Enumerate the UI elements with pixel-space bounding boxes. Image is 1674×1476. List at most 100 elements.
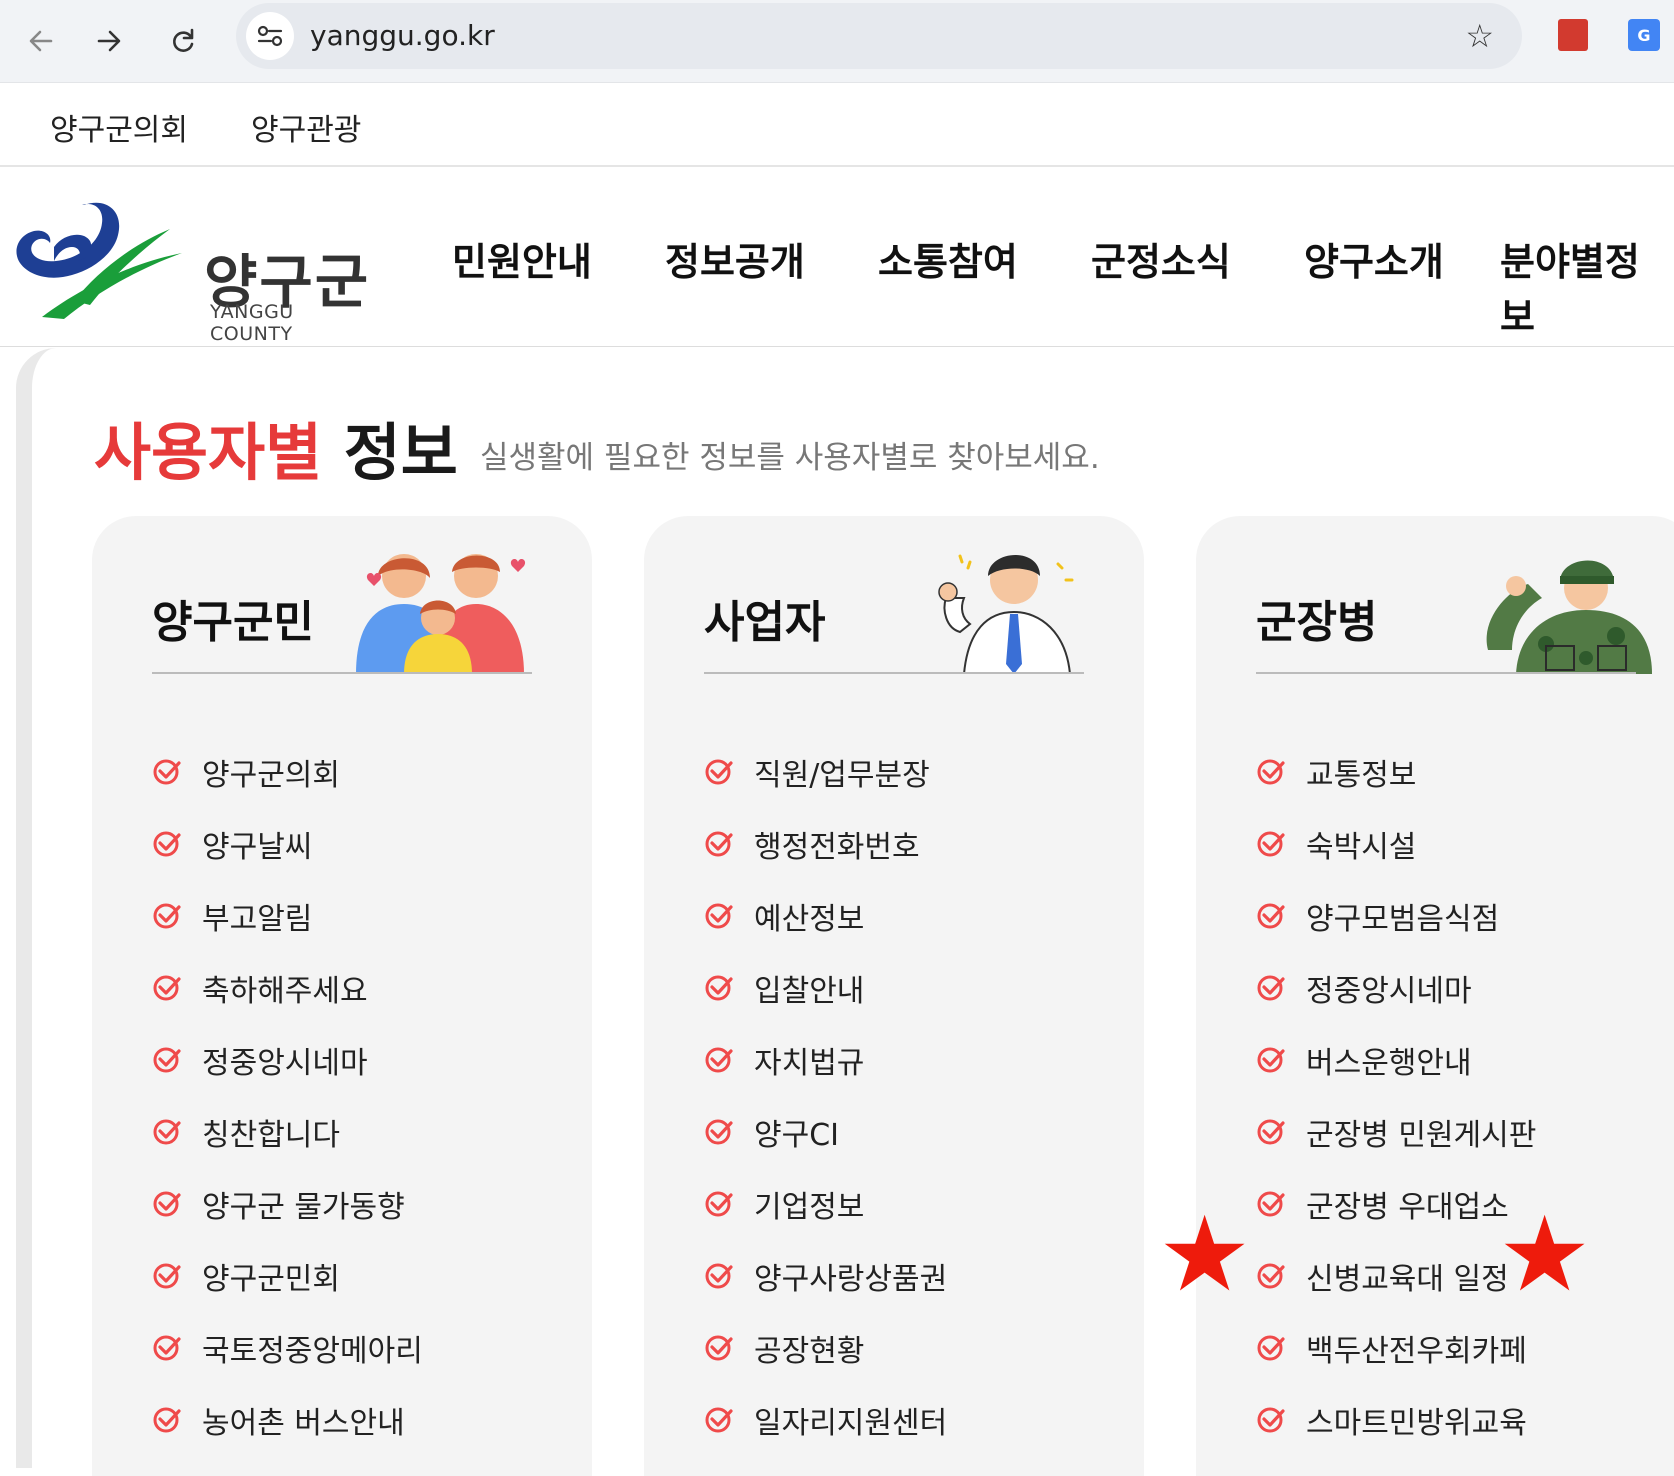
reload-icon[interactable] bbox=[160, 18, 206, 64]
list-item-label: 군장병 민원게시판 bbox=[1306, 1118, 1537, 1153]
check-circle-icon bbox=[1257, 831, 1285, 857]
check-circle-icon bbox=[1257, 1335, 1285, 1361]
nav-field-information[interactable]: 분야별정보 bbox=[1500, 231, 1674, 341]
check-circle-icon bbox=[705, 975, 733, 1001]
nav-county-news[interactable]: 군정소식 bbox=[1091, 231, 1231, 286]
list-item[interactable]: 양구날씨 bbox=[152, 808, 423, 880]
check-circle-icon bbox=[153, 831, 181, 857]
list-item[interactable]: 자치법규 bbox=[704, 1024, 947, 1096]
utility-link-council[interactable]: 양구군의회 bbox=[50, 105, 188, 149]
list-item-label: 농어촌 버스안내 bbox=[202, 1406, 405, 1441]
back-arrow-icon[interactable] bbox=[18, 18, 64, 64]
nav-about-yanggu[interactable]: 양구소개 bbox=[1304, 231, 1444, 286]
list-item-label: 축하해주세요 bbox=[202, 974, 368, 1009]
card-link-list: 직원/업무분장 행정전화번호 예산정보 입찰안내 자치법규 양구CI 기업정보 … bbox=[704, 736, 947, 1456]
utility-link-tourism[interactable]: 양구관광 bbox=[251, 105, 361, 149]
list-item-label: 버스운행안내 bbox=[1306, 1046, 1472, 1081]
list-item[interactable]: 일자리지원센터 bbox=[704, 1384, 947, 1456]
list-item[interactable]: 양구군민회 bbox=[152, 1240, 423, 1312]
site-header: 양구군 YANGGU COUNTY 민원안내 정보공개 소통참여 군정소식 양구… bbox=[0, 167, 1674, 347]
check-circle-icon bbox=[1257, 1263, 1285, 1289]
list-item-label: 스마트민방위교육 bbox=[1306, 1406, 1527, 1441]
list-item[interactable]: 양구CI bbox=[704, 1096, 947, 1168]
section-title-rest: 정보 bbox=[343, 416, 458, 489]
list-item-label: 신병교육대 일정 bbox=[1306, 1262, 1509, 1297]
list-item[interactable]: 신병교육대 일정 bbox=[1256, 1240, 1536, 1312]
list-item-label: 양구사랑상품권 bbox=[754, 1262, 948, 1297]
check-circle-icon bbox=[153, 1407, 181, 1433]
list-item[interactable]: 교통정보 bbox=[1256, 736, 1536, 808]
list-item[interactable]: 칭찬합니다 bbox=[152, 1096, 423, 1168]
card-divider bbox=[1256, 672, 1636, 674]
browser-toolbar: yanggu.go.kr ☆ G bbox=[0, 0, 1674, 83]
list-item-label: 일자리지원센터 bbox=[754, 1406, 948, 1441]
list-item-label: 직원/업무분장 bbox=[754, 758, 930, 793]
card-title: 양구군민 bbox=[152, 597, 314, 648]
list-item-label: 군장병 우대업소 bbox=[1306, 1190, 1509, 1225]
list-item[interactable]: 입찰안내 bbox=[704, 952, 947, 1024]
check-circle-icon bbox=[705, 1335, 733, 1361]
list-item[interactable]: 스마트민방위교육 bbox=[1256, 1384, 1536, 1456]
site-settings-icon[interactable] bbox=[246, 12, 294, 60]
list-item-label: 행정전화번호 bbox=[754, 830, 920, 865]
list-item[interactable]: 군장병 민원게시판 bbox=[1256, 1096, 1536, 1168]
list-item[interactable]: 예산정보 bbox=[704, 880, 947, 952]
check-circle-icon bbox=[705, 903, 733, 929]
nav-information-disclosure[interactable]: 정보공개 bbox=[665, 231, 805, 286]
card-link-list: 교통정보 숙박시설 양구모범음식점 정중앙시네마 버스운행안내 군장병 민원게시… bbox=[1256, 736, 1536, 1456]
list-item-label: 양구군의회 bbox=[202, 758, 340, 793]
list-item-label: 양구날씨 bbox=[202, 830, 313, 865]
card-title: 사업자 bbox=[704, 597, 826, 648]
list-item[interactable]: 행정전화번호 bbox=[704, 808, 947, 880]
check-circle-icon bbox=[153, 759, 181, 785]
list-item[interactable]: 양구군의회 bbox=[152, 736, 423, 808]
list-item[interactable]: 축하해주세요 bbox=[152, 952, 423, 1024]
list-item[interactable]: 정중앙시네마 bbox=[1256, 952, 1536, 1024]
translate-extension-icon[interactable]: G bbox=[1628, 19, 1660, 51]
check-circle-icon bbox=[705, 1407, 733, 1433]
check-circle-icon bbox=[153, 975, 181, 1001]
check-circle-icon bbox=[1257, 1047, 1285, 1073]
bookmark-star-icon[interactable]: ☆ bbox=[1465, 17, 1494, 55]
family-illustration-icon bbox=[356, 554, 526, 674]
site-logo[interactable]: 양구군 YANGGU COUNTY bbox=[14, 191, 374, 345]
url-text[interactable]: yanggu.go.kr bbox=[310, 19, 495, 52]
nav-civil-affairs[interactable]: 민원안내 bbox=[452, 231, 592, 286]
forward-arrow-icon[interactable] bbox=[86, 18, 132, 64]
list-item[interactable]: 백두산전우회카페 bbox=[1256, 1312, 1536, 1384]
red-star-annotation-icon: ★ bbox=[1498, 1193, 1592, 1315]
check-circle-icon bbox=[705, 1119, 733, 1145]
list-item-label: 양구모범음식점 bbox=[1306, 902, 1500, 937]
yanggu-emblem-icon bbox=[16, 202, 182, 319]
card-business: 사업자 직원/업무분장 행정전화번호 예산정보 입찰안내 자치법규 양구CI 기… bbox=[644, 516, 1144, 1476]
list-item-label: 자치법규 bbox=[754, 1046, 865, 1081]
card-title: 군장병 bbox=[1256, 597, 1378, 648]
list-item[interactable]: 양구모범음식점 bbox=[1256, 880, 1536, 952]
check-circle-icon bbox=[705, 1263, 733, 1289]
list-item[interactable]: 버스운행안내 bbox=[1256, 1024, 1536, 1096]
logo-name-english: YANGGU COUNTY bbox=[210, 301, 294, 345]
list-item[interactable]: 직원/업무분장 bbox=[704, 736, 947, 808]
list-item[interactable]: 군장병 우대업소 bbox=[1256, 1168, 1536, 1240]
list-item[interactable]: 양구사랑상품권 bbox=[704, 1240, 947, 1312]
list-item[interactable]: 공장현황 bbox=[704, 1312, 947, 1384]
list-item[interactable]: 양구군 물가동향 bbox=[152, 1168, 423, 1240]
check-circle-icon bbox=[153, 1335, 181, 1361]
list-item[interactable]: 정중앙시네마 bbox=[152, 1024, 423, 1096]
utility-bar: 양구군의회 양구관광 bbox=[0, 83, 1674, 167]
list-item-label: 정중앙시네마 bbox=[202, 1046, 368, 1081]
check-circle-icon bbox=[1257, 903, 1285, 929]
list-item[interactable]: 기업정보 bbox=[704, 1168, 947, 1240]
list-item[interactable]: 부고알림 bbox=[152, 880, 423, 952]
card-residents: 양구군민 양구군의회 양구날씨 부고알림 축하해주세요 정중앙시네마 칭찬합니다… bbox=[92, 516, 592, 1476]
list-item-label: 양구CI bbox=[754, 1118, 839, 1153]
list-item[interactable]: 숙박시설 bbox=[1256, 808, 1536, 880]
nav-communication[interactable]: 소통참여 bbox=[878, 231, 1018, 286]
list-item[interactable]: 국토정중앙메아리 bbox=[152, 1312, 423, 1384]
list-item-label: 공장현황 bbox=[754, 1334, 865, 1369]
list-item-label: 숙박시설 bbox=[1306, 830, 1417, 865]
address-bar[interactable]: yanggu.go.kr ☆ bbox=[236, 3, 1522, 69]
pdf-extension-icon[interactable] bbox=[1558, 19, 1588, 51]
check-circle-icon bbox=[153, 903, 181, 929]
list-item[interactable]: 농어촌 버스안내 bbox=[152, 1384, 423, 1456]
